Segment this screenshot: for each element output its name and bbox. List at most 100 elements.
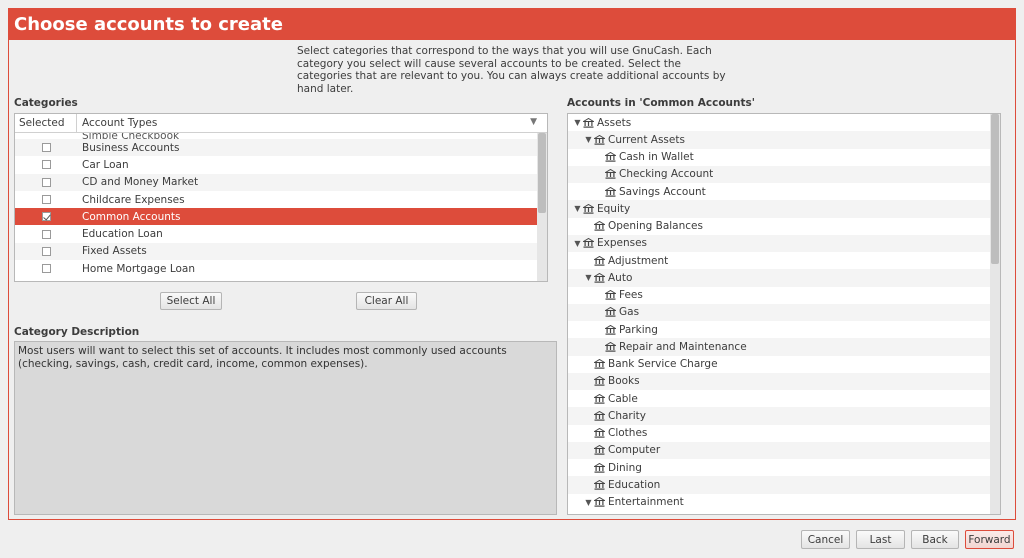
accounts-tree[interactable]: ▼ Assets ▼ Current Assets Cash in Wallet Chec… [567, 113, 1001, 515]
list-item[interactable]: Business Accounts [15, 139, 537, 157]
account-type-label: Fixed Assets [82, 245, 147, 258]
account-name: Gas [619, 306, 640, 319]
selected-checkbox[interactable] [41, 160, 51, 170]
bank-icon [594, 410, 605, 421]
bank-icon [605, 152, 616, 162]
list-item[interactable]: Education Loan [15, 225, 537, 242]
bank-icon [594, 221, 605, 231]
tree-row[interactable]: ▼ Auto [568, 269, 990, 287]
tree-row[interactable]: ▼ Equity [568, 200, 990, 218]
tree-row[interactable]: ▼ Current Assets [568, 131, 990, 149]
forward-button[interactable]: Forward [965, 530, 1014, 549]
tree-row[interactable]: ▼ Entertainment [568, 494, 990, 511]
col-account-types-label: Account Types [82, 117, 158, 129]
tree-row[interactable]: Books [568, 372, 990, 390]
list-item[interactable]: Car Loan [15, 156, 537, 173]
bank-icon [594, 376, 605, 387]
categories-scrollbar[interactable] [537, 133, 547, 281]
tree-row[interactable]: Adjustment [568, 252, 990, 269]
bank-icon [594, 134, 605, 145]
account-type-label: Education Loan [82, 228, 163, 241]
selected-checkbox[interactable] [41, 246, 51, 256]
expander-arrow-icon[interactable]: ▼ [583, 135, 594, 144]
account-name: Opening Balances [608, 220, 703, 233]
categories-list[interactable]: Selected Account Types ▼ Simple Checkboo… [14, 113, 548, 282]
sort-arrow-icon: ▼ [530, 117, 537, 127]
bank-icon [583, 117, 594, 128]
account-name: Adjustment [608, 254, 669, 267]
tree-row[interactable]: ▼ Expenses [568, 234, 990, 252]
account-name: Education [608, 478, 661, 491]
tree-row[interactable]: Checking Account [568, 165, 990, 183]
bank-icon [605, 290, 616, 300]
account-type-label: Home Mortgage Loan [82, 262, 196, 275]
account-name: Savings Account [619, 185, 706, 198]
categories-header: Selected Account Types ▼ [15, 114, 547, 133]
selected-checkbox[interactable] [41, 143, 51, 153]
account-type-label: Common Accounts [82, 210, 181, 223]
account-name: Checking Account [619, 168, 714, 181]
tree-row[interactable]: Cable [568, 390, 990, 407]
page-title: Choose accounts to create [9, 9, 1015, 40]
tree-row[interactable]: Opening Balances [568, 218, 990, 235]
list-item[interactable]: Home Mortgage Loan [15, 260, 537, 277]
tree-row[interactable]: Dining [568, 459, 990, 476]
expander-arrow-icon[interactable]: ▼ [572, 118, 583, 127]
list-item[interactable]: Childcare Expenses [15, 191, 537, 208]
tree-row[interactable]: Cash in Wallet [568, 149, 990, 166]
account-name: Bank Service Charge [608, 358, 718, 371]
checkbox-cell [15, 229, 77, 239]
tree-row[interactable]: ▼ Assets [568, 114, 990, 131]
expander-arrow-icon[interactable]: ▼ [572, 204, 583, 213]
tree-row[interactable]: Computer [568, 441, 990, 459]
expander-arrow-icon[interactable]: ▼ [572, 239, 583, 248]
tree-row[interactable]: Parking [568, 321, 990, 338]
checkbox-cell [15, 195, 77, 205]
category-description-box: Most users will want to select this set … [14, 341, 557, 515]
account-type-label: Car Loan [82, 158, 129, 171]
tree-row[interactable]: Repair and Maintenance [568, 338, 990, 356]
bank-icon [605, 307, 616, 318]
tree-row[interactable]: Bank Service Charge [568, 356, 990, 373]
scrollbar-thumb[interactable] [538, 133, 546, 213]
categories-label: Categories [14, 97, 78, 109]
checkbox-cell [15, 160, 77, 170]
tree-row[interactable]: Gas [568, 303, 990, 321]
clear-all-button[interactable]: Clear All [356, 292, 417, 310]
selected-checkbox[interactable] [41, 229, 51, 239]
selected-checkbox[interactable] [41, 264, 51, 274]
expander-arrow-icon[interactable]: ▼ [583, 273, 594, 282]
tree-row[interactable]: Clothes [568, 425, 990, 442]
account-type-label: CD and Money Market [82, 176, 199, 189]
list-item[interactable]: Fixed Assets [15, 242, 537, 261]
last-button[interactable]: Last [856, 530, 905, 549]
list-item[interactable]: Common Accounts [15, 208, 537, 226]
tree-row[interactable]: Fees [568, 287, 990, 304]
col-account-types-header[interactable]: Account Types ▼ [77, 114, 547, 132]
accounts-scrollbar[interactable] [990, 114, 1000, 514]
checkbox-cell [15, 246, 77, 256]
selected-checkbox[interactable] [41, 177, 51, 187]
bank-icon [605, 186, 616, 197]
bank-icon [594, 255, 605, 266]
bank-icon [594, 479, 605, 490]
tree-row[interactable]: Savings Account [568, 183, 990, 200]
col-selected-header[interactable]: Selected [15, 114, 77, 132]
scrollbar-thumb[interactable] [991, 114, 999, 264]
accounts-rows: ▼ Assets ▼ Current Assets Cash in Wallet Chec… [568, 114, 990, 514]
account-name: Clothes [608, 427, 648, 440]
bank-icon [594, 393, 605, 404]
bank-icon [594, 428, 605, 438]
bank-icon [583, 238, 594, 249]
cancel-button[interactable]: Cancel [801, 530, 850, 549]
select-all-button[interactable]: Select All [160, 292, 222, 310]
list-item[interactable]: CD and Money Market [15, 173, 537, 191]
expander-arrow-icon[interactable]: ▼ [583, 498, 594, 507]
tree-row[interactable]: Charity [568, 407, 990, 425]
selected-checkbox[interactable] [41, 212, 51, 222]
bank-icon [594, 272, 605, 283]
bank-icon [605, 341, 616, 352]
tree-row[interactable]: Education [568, 476, 990, 494]
selected-checkbox[interactable] [41, 195, 51, 205]
back-button[interactable]: Back [911, 530, 959, 549]
